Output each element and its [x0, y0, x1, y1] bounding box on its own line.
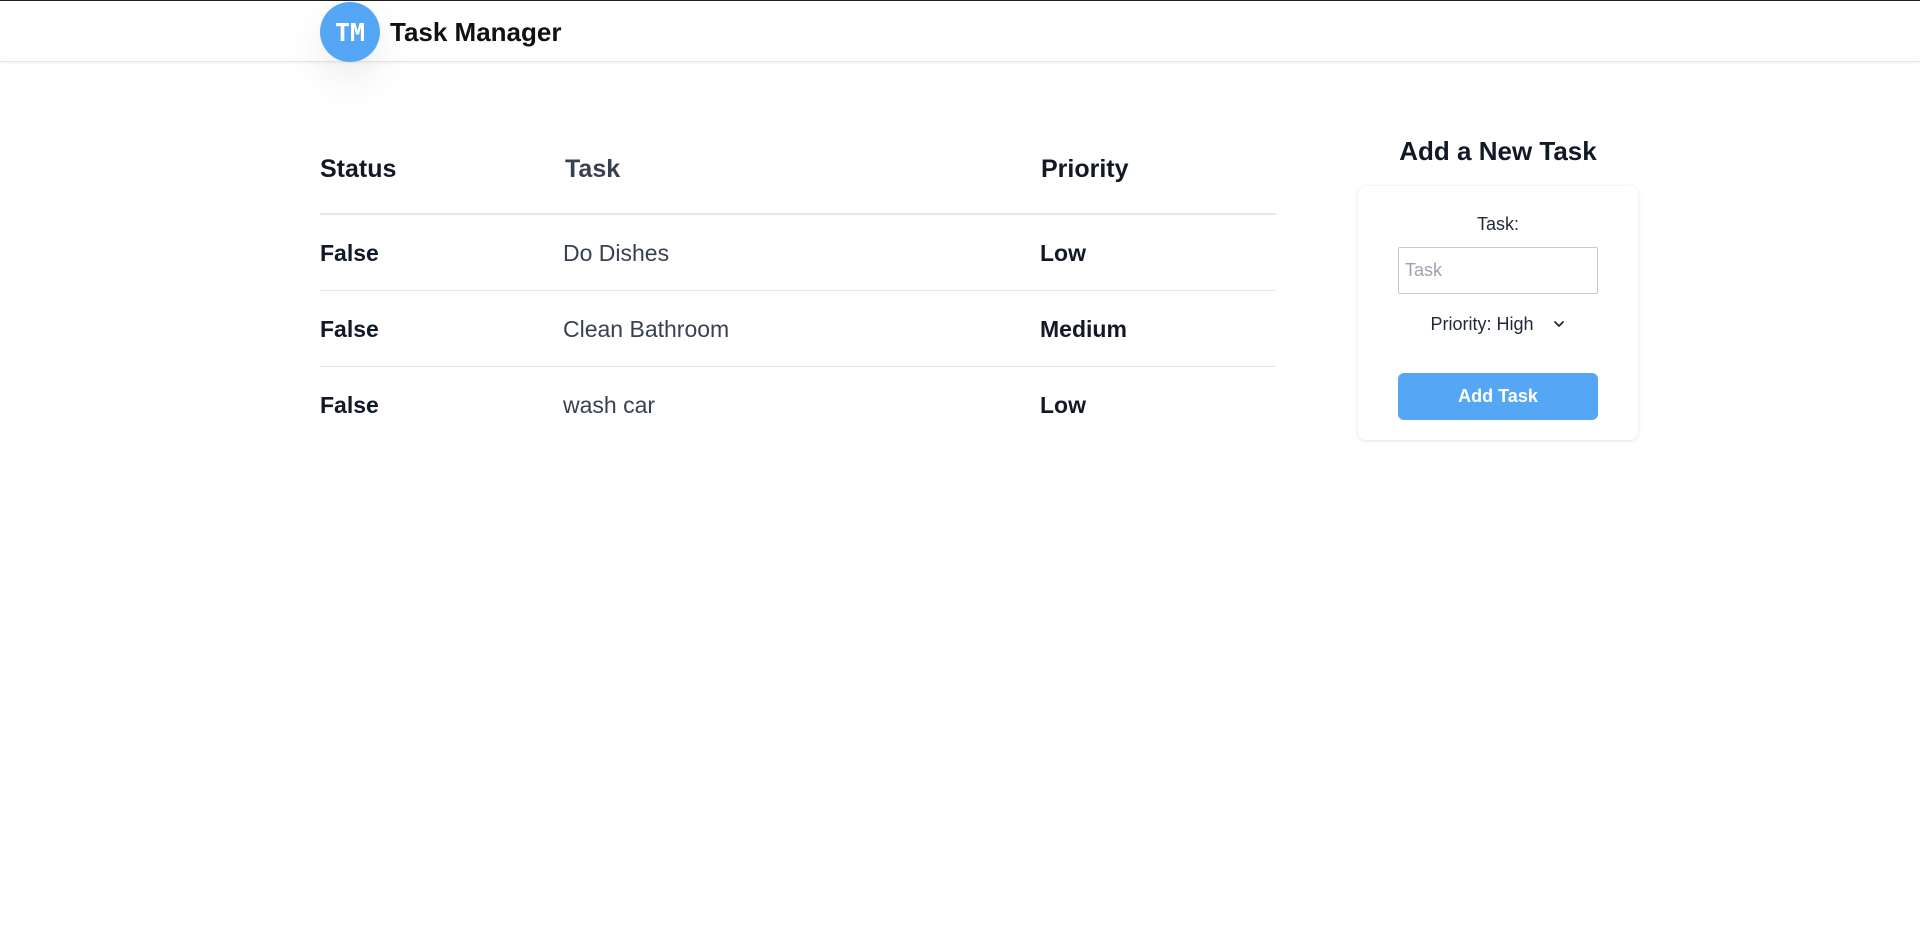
chevron-down-icon [1552, 317, 1566, 331]
task-cell: Do Dishes [563, 239, 670, 266]
top-navbar: TM Task Manager [0, 1, 1920, 62]
status-cell: False [320, 239, 379, 266]
add-task-heading: Add a New Task [1399, 136, 1597, 166]
status-cell: False [320, 391, 379, 418]
column-header-status: Status [320, 155, 397, 183]
task-input[interactable] [1398, 247, 1598, 294]
table-header: Status Task Priority [320, 141, 1276, 215]
priority-cell: Low [1040, 391, 1086, 418]
priority-select-value: Priority: High [1430, 313, 1534, 334]
app-window: TM Task Manager Status Task Priority Fal… [0, 0, 1920, 941]
task-cell: wash car [563, 391, 656, 418]
column-header-task: Task [565, 155, 621, 183]
table-row[interactable]: False wash car Low [320, 367, 1276, 443]
app-title: Task Manager [390, 17, 562, 47]
app-logo[interactable]: TM [320, 2, 380, 62]
column-header-priority: Priority [1041, 155, 1129, 183]
priority-cell: Medium [1040, 315, 1127, 342]
priority-select[interactable]: Priority: High [1408, 309, 1588, 339]
priority-cell: Low [1040, 239, 1086, 266]
add-task-card: Task: Priority: High Add Task [1358, 186, 1638, 440]
status-cell: False [320, 315, 379, 342]
table-row[interactable]: False Clean Bathroom Medium [320, 291, 1276, 367]
task-table: Status Task Priority False Do Dishes Low… [320, 141, 1276, 443]
task-field-label: Task: [1476, 214, 1519, 234]
table-row[interactable]: False Do Dishes Low [320, 215, 1276, 291]
task-cell: Clean Bathroom [563, 315, 730, 342]
add-task-button[interactable]: Add Task [1398, 373, 1598, 420]
logo-text: TM [334, 17, 366, 47]
